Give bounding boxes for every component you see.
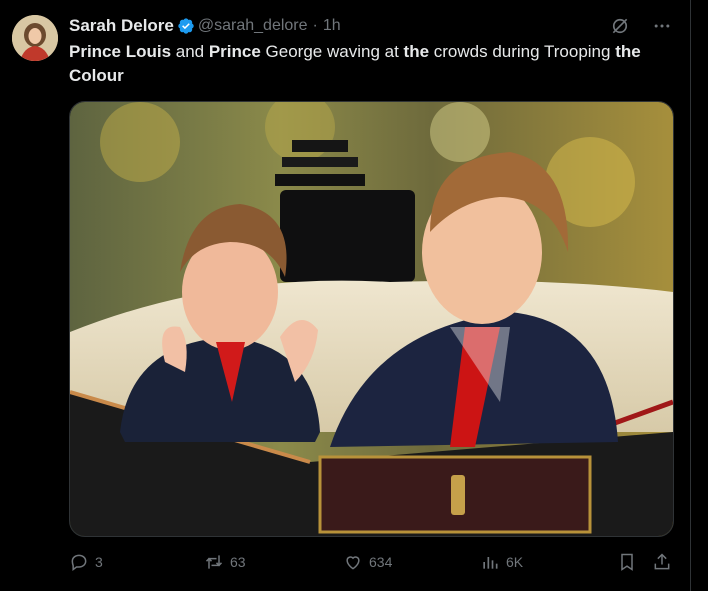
tweet-actions: 3 63 634 6K bbox=[69, 549, 673, 575]
separator-dot: · bbox=[312, 17, 318, 34]
retweet-count: 63 bbox=[230, 554, 246, 570]
share-icon bbox=[654, 553, 670, 570]
reply-button[interactable]: 3 bbox=[69, 549, 103, 575]
timestamp[interactable]: 1h bbox=[323, 17, 341, 35]
tweet-text-segment: and bbox=[171, 42, 209, 61]
bookmark-icon bbox=[621, 553, 633, 571]
reply-count: 3 bbox=[95, 554, 103, 570]
photo-image bbox=[70, 102, 673, 536]
tweet-text-bold-segment: Prince bbox=[208, 42, 261, 61]
like-count: 634 bbox=[369, 554, 393, 570]
tweet-text-bold-segment: Prince Louis bbox=[69, 42, 172, 61]
tweet-header-actions bbox=[608, 14, 674, 38]
avatar-image bbox=[12, 15, 58, 61]
views-count: 6K bbox=[506, 554, 524, 570]
verified-badge-icon bbox=[177, 17, 195, 35]
more-icon[interactable] bbox=[650, 14, 674, 38]
grok-icon[interactable] bbox=[608, 14, 632, 38]
reply-icon bbox=[71, 554, 87, 571]
author-handle[interactable]: @sarah_delore bbox=[198, 17, 308, 35]
heart-icon bbox=[346, 556, 360, 570]
tweet-header: Sarah Delore @sarah_delore · 1h bbox=[69, 15, 341, 37]
views-icon bbox=[483, 557, 498, 569]
bookmark-button[interactable] bbox=[617, 549, 637, 575]
tweet-text-segment: George waving at bbox=[260, 42, 404, 61]
share-button[interactable] bbox=[652, 549, 672, 575]
tweet-photo[interactable] bbox=[69, 101, 674, 537]
retweet-button[interactable]: 63 bbox=[204, 549, 246, 575]
author-name[interactable]: Sarah Delore bbox=[69, 16, 174, 36]
tweet-text: Prince Louis and Prince George waving at… bbox=[69, 40, 669, 88]
views-button[interactable]: 6K bbox=[480, 549, 523, 575]
like-button[interactable]: 634 bbox=[343, 549, 392, 575]
timeline-border bbox=[690, 0, 691, 591]
tweet-text-segment: crowds during Trooping bbox=[429, 42, 616, 61]
retweet-icon bbox=[205, 555, 223, 569]
tweet-text-bold-segment: the bbox=[403, 42, 430, 61]
avatar[interactable] bbox=[12, 15, 58, 61]
